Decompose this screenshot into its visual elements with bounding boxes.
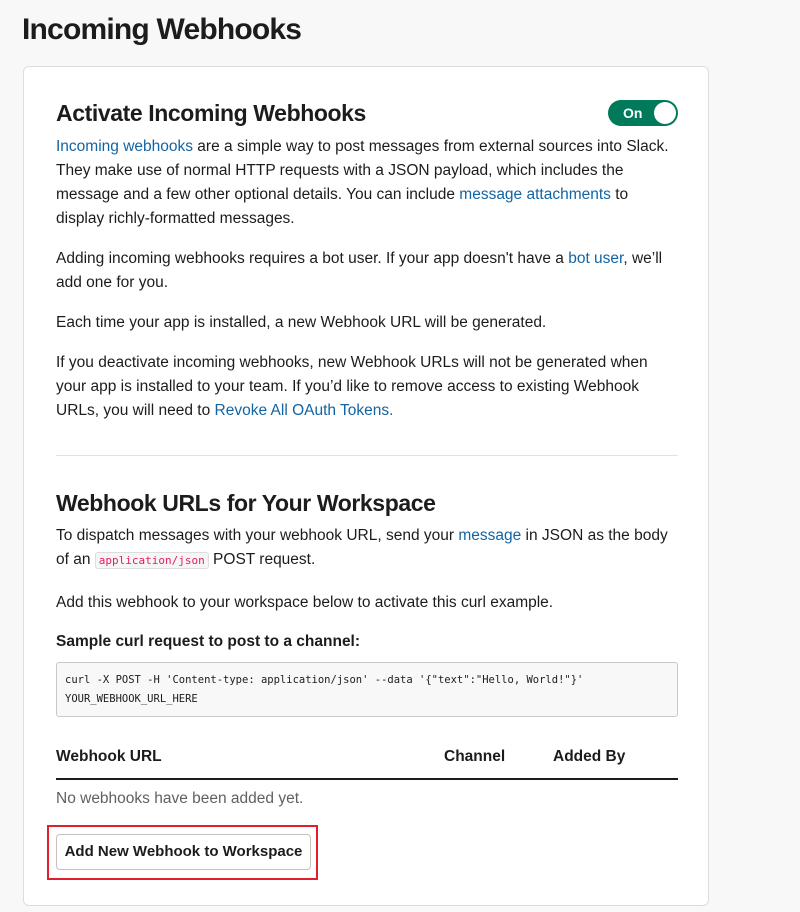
sample-curl-label: Sample curl request to post to a channel… <box>56 633 361 650</box>
curl-code-line-2: YOUR_WEBHOOK_URL_HERE <box>65 693 198 705</box>
curl-code-block[interactable]: curl -X POST -H 'Content-type: applicati… <box>56 662 678 717</box>
deactivate-paragraph: If you deactivate incoming webhooks, new… <box>56 351 678 423</box>
dispatch-paragraph: To dispatch messages with your webhook U… <box>56 524 678 573</box>
section-divider <box>56 455 678 456</box>
intro-paragraph: Incoming webhooks are a simple way to po… <box>56 135 678 231</box>
column-header-webhook-url: Webhook URL <box>56 748 162 765</box>
page: Incoming Webhooks Activate Incoming Webh… <box>0 0 800 912</box>
activate-curl-paragraph: Add this webhook to your workspace below… <box>56 594 554 611</box>
dispatch-text-3: POST request. <box>208 551 316 568</box>
bot-user-link[interactable]: bot user <box>568 250 623 267</box>
activate-toggle[interactable]: On <box>608 100 678 126</box>
incoming-webhooks-link[interactable]: Incoming webhooks <box>56 138 193 155</box>
column-header-added-by: Added By <box>553 748 626 765</box>
install-paragraph: Each time your app is installed, a new W… <box>56 314 547 331</box>
page-title: Incoming Webhooks <box>22 13 302 46</box>
bot-user-paragraph: Adding incoming webhooks requires a bot … <box>56 247 678 295</box>
activate-section-title: Activate Incoming Webhooks <box>56 100 366 126</box>
revoke-tokens-link[interactable]: Revoke All OAuth Tokens. <box>215 402 394 419</box>
webhooks-card: Activate Incoming Webhooks On Incoming w… <box>23 66 709 906</box>
content-type-code: application/json <box>94 552 209 569</box>
empty-webhooks-message: No webhooks have been added yet. <box>56 790 304 807</box>
webhook-table-header: Webhook URL Channel Added By <box>56 744 678 780</box>
workspace-section-title: Webhook URLs for Your Workspace <box>56 490 436 516</box>
bot-user-text-1: Adding incoming webhooks requires a bot … <box>56 250 569 267</box>
dispatch-text-1: To dispatch messages with your webhook U… <box>56 527 459 544</box>
add-new-webhook-button[interactable]: Add New Webhook to Workspace <box>56 834 311 870</box>
column-header-channel: Channel <box>444 748 506 765</box>
toggle-label: On <box>623 105 643 121</box>
message-link[interactable]: message <box>458 527 521 544</box>
curl-code-line-1: curl -X POST -H 'Content-type: applicati… <box>65 674 584 686</box>
message-attachments-link[interactable]: message attachments <box>459 186 611 203</box>
toggle-knob <box>654 102 676 124</box>
